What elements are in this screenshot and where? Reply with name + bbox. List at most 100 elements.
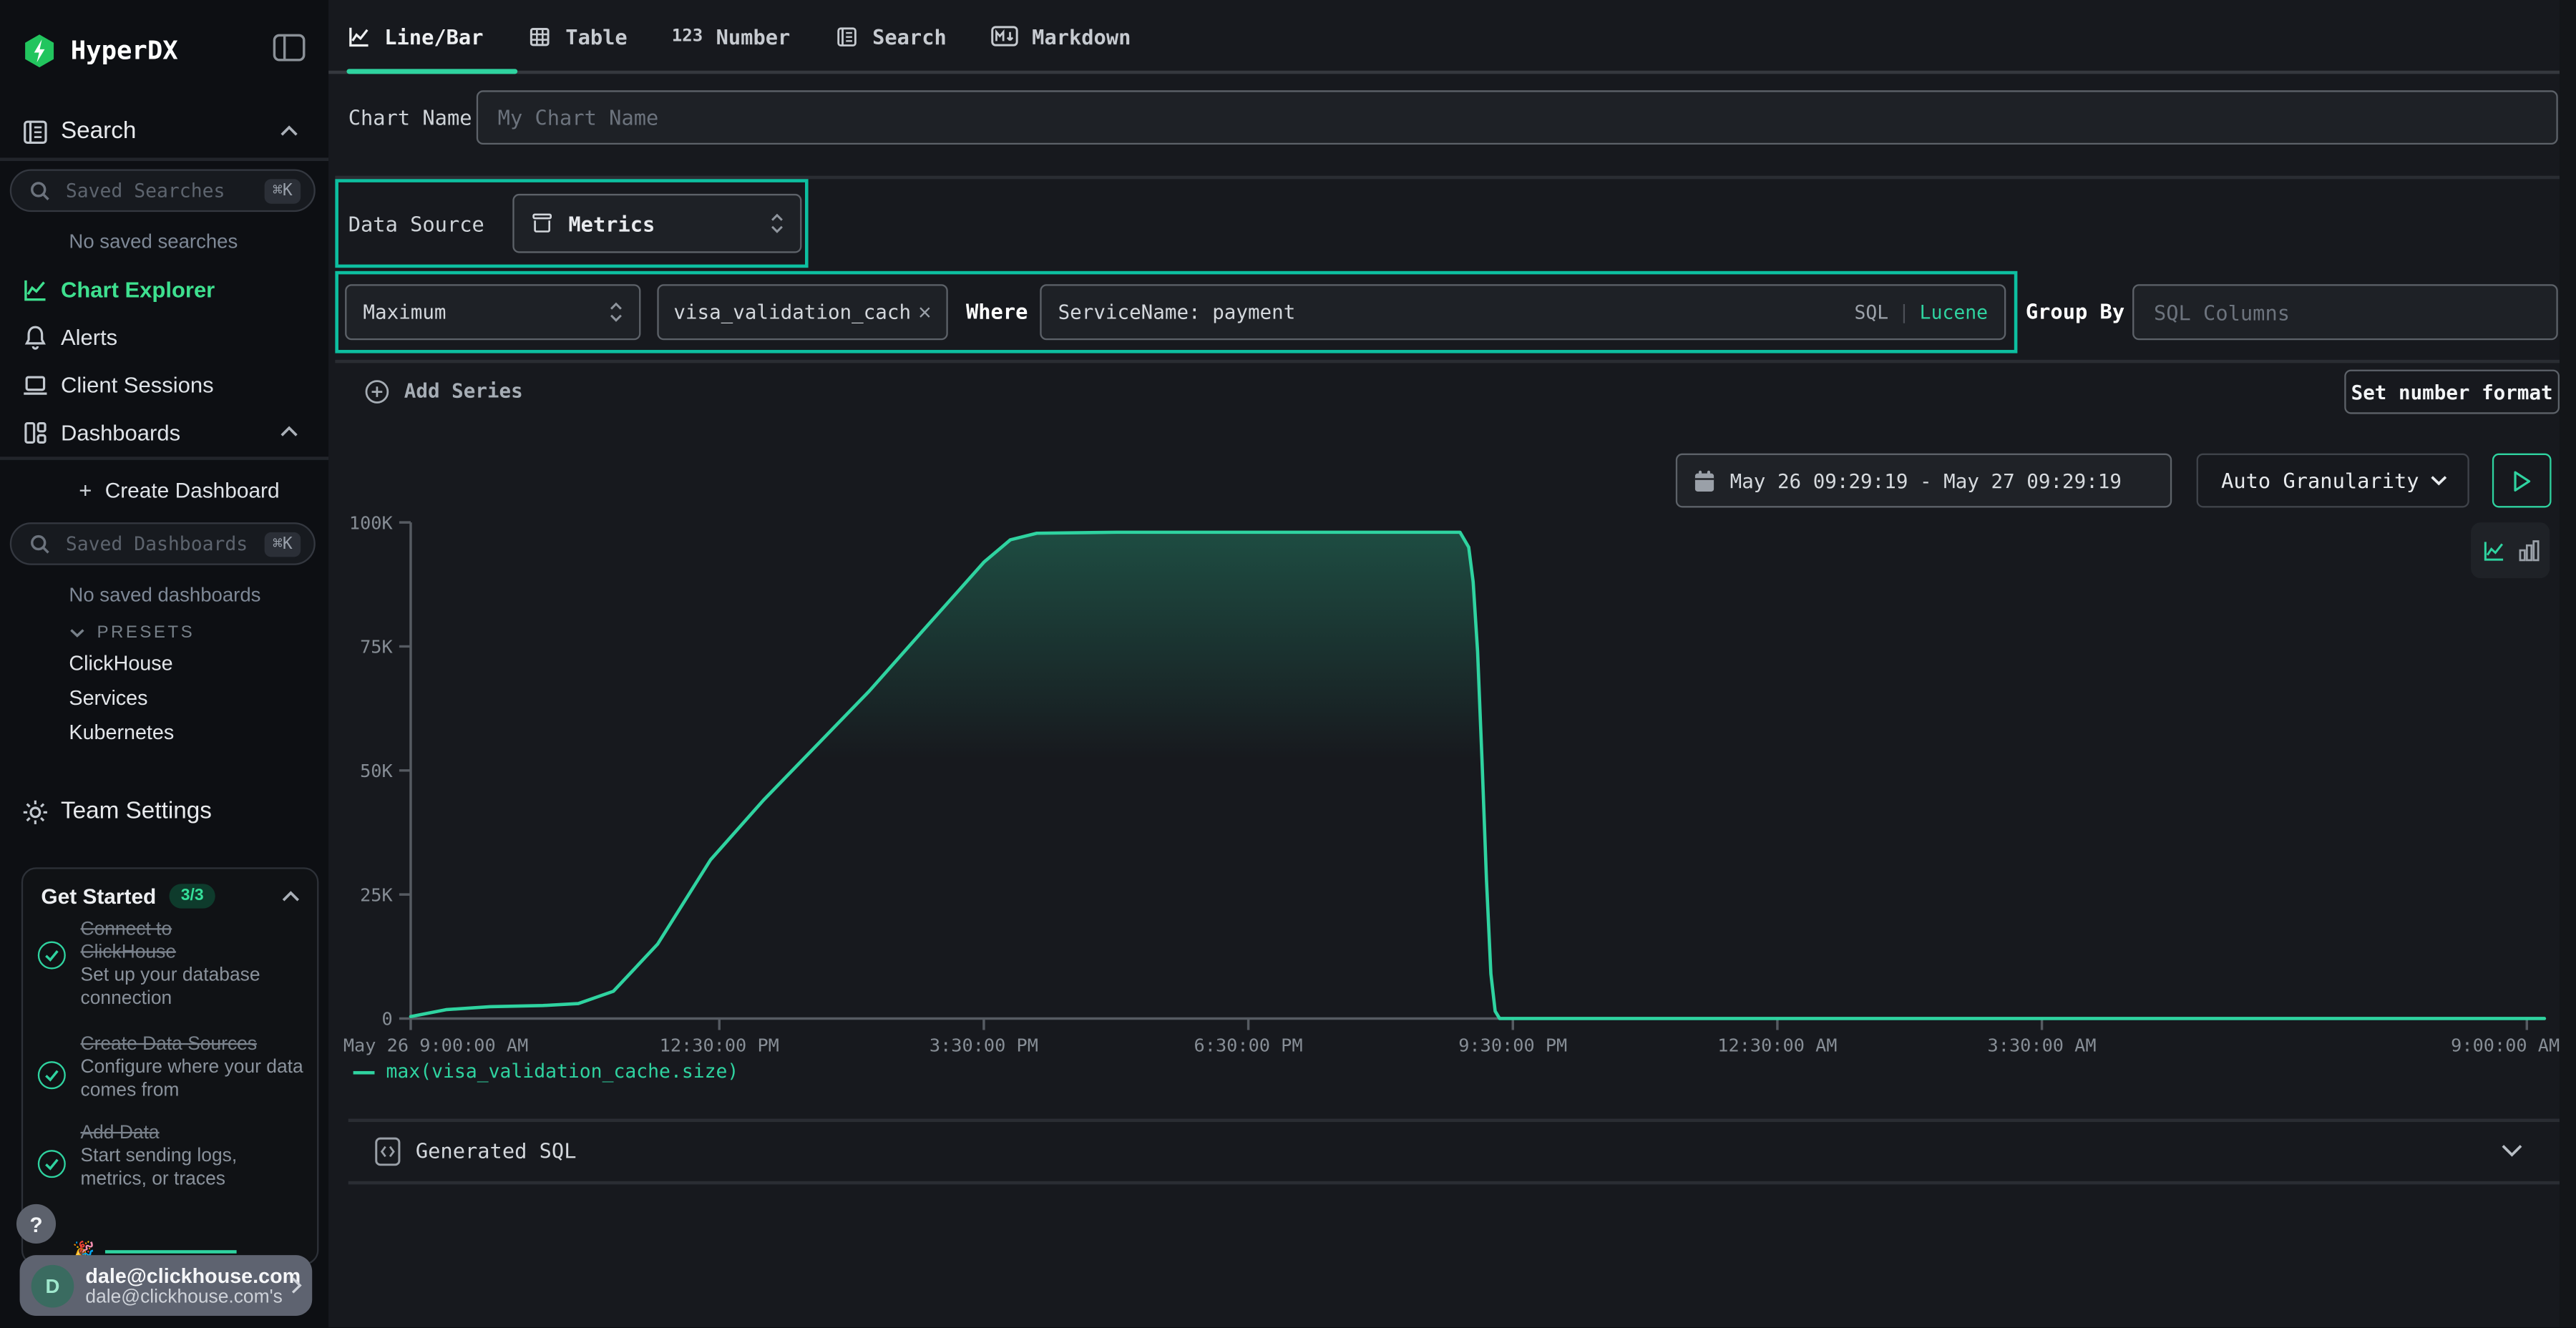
get-started-badge: 3/3 — [170, 884, 215, 908]
user-menu[interactable]: D dale@clickhouse.com dale@clickhouse.co… — [20, 1255, 313, 1316]
time-range-picker[interactable]: May 26 09:29:19 - May 27 09:29:19 — [1676, 454, 2172, 508]
active-tab-indicator — [346, 69, 517, 74]
data-source-label: Data Source — [348, 212, 484, 236]
presets-toggle[interactable]: PRESETS — [69, 620, 195, 646]
create-dashboard-label: Create Dashboard — [105, 477, 280, 502]
tab-label: Search — [872, 24, 947, 48]
shortcut-badge: ⌘K — [265, 178, 301, 202]
hyperdx-logo-icon — [21, 33, 58, 69]
svg-text:12:30:00 PM: 12:30:00 PM — [660, 1035, 779, 1055]
dashboards-label: Dashboards — [61, 420, 180, 444]
tab-line-bar[interactable]: Line/Bar — [346, 0, 483, 72]
svg-text:3:30:00 PM: 3:30:00 PM — [930, 1035, 1038, 1055]
saved-searches-search[interactable]: ⌘K — [10, 169, 316, 212]
set-number-format-button[interactable]: Set number format — [2344, 370, 2560, 414]
chart-name-field[interactable] — [477, 90, 2558, 145]
help-button[interactable]: ? — [16, 1204, 56, 1244]
metrics-source-icon — [531, 212, 554, 235]
svg-text:6:30:00 PM: 6:30:00 PM — [1194, 1035, 1303, 1055]
get-started-item[interactable]: Add Data Start sending logs, metrics, or… — [80, 1122, 303, 1191]
aggregation-select[interactable]: Maximum — [345, 284, 640, 340]
preset-clickhouse[interactable]: ClickHouse — [69, 652, 172, 675]
tab-markdown[interactable]: Markdown — [991, 0, 1131, 72]
search-icon — [29, 533, 51, 555]
add-series-label: Add Series — [404, 379, 523, 402]
tab-search[interactable]: Search — [834, 0, 946, 72]
granularity-value: Auto Granularity — [2221, 468, 2419, 492]
sidebar-item-chart-explorer[interactable]: Chart Explorer — [0, 266, 328, 312]
collapse-sidebar-icon[interactable] — [273, 33, 307, 64]
add-series-button[interactable]: Add Series — [365, 378, 523, 404]
svg-text:9:30:00 PM: 9:30:00 PM — [1458, 1035, 1567, 1055]
tab-table[interactable]: Table — [527, 0, 627, 72]
sidebar-item-alerts[interactable]: Alerts — [0, 314, 328, 360]
right-edge-gutter — [2560, 0, 2576, 1327]
presets-label: PRESETS — [97, 622, 195, 643]
granularity-select[interactable]: Auto Granularity — [2197, 454, 2469, 508]
check-circle-icon — [38, 1150, 66, 1178]
generated-sql-label: Generated SQL — [416, 1138, 577, 1163]
markdown-icon — [991, 24, 1019, 47]
legend-series-label: max(visa_validation_cache.size) — [386, 1060, 739, 1083]
get-started-header[interactable]: Get Started 3/3 — [41, 884, 215, 908]
number-123-icon: 123 — [672, 26, 703, 47]
chart-type-tabs: Line/Bar Table 123 Number — [346, 0, 1131, 72]
preset-kubernetes[interactable]: Kubernetes — [69, 721, 174, 744]
svg-text:May 26 9:00:00 AM: May 26 9:00:00 AM — [343, 1035, 528, 1055]
metric-tag-label: visa_validation_cach — [673, 301, 911, 323]
tab-number[interactable]: 123 Number — [672, 0, 791, 72]
step-title: Connect to ClickHouse — [80, 918, 254, 964]
avatar: D — [31, 1264, 74, 1307]
gear-icon — [21, 798, 49, 826]
group-by-input[interactable] — [2150, 298, 2540, 326]
sidebar-item-dashboards[interactable]: Dashboards — [0, 409, 328, 455]
where-filter-field[interactable]: ServiceName: payment SQL | Lucene — [1040, 284, 2006, 340]
no-saved-dashboards-text: No saved dashboards — [69, 583, 260, 606]
saved-dashboards-input[interactable] — [62, 531, 264, 557]
run-query-button[interactable] — [2492, 454, 2552, 508]
chart-legend[interactable]: max(visa_validation_cache.size) — [353, 1060, 739, 1083]
sidebar-section-search[interactable]: Search — [0, 109, 328, 155]
main-content: Line/Bar Table 123 Number — [328, 0, 2576, 1327]
data-source-select[interactable]: Metrics — [512, 194, 801, 253]
svg-text:9:00:00 AM: 9:00:00 AM — [2451, 1035, 2560, 1055]
time-range-value: May 26 09:29:19 - May 27 09:29:19 — [1730, 469, 2122, 492]
step-title: Add Data — [80, 1122, 303, 1145]
get-started-item[interactable]: Connect to ClickHouse Set up your databa… — [80, 918, 303, 1010]
get-started-card: Get Started 3/3 Connect to ClickHouse Se… — [21, 867, 319, 1265]
saved-dashboards-search[interactable]: ⌘K — [10, 522, 316, 565]
remove-metric-icon[interactable]: × — [918, 301, 932, 323]
sql-mode-toggle[interactable]: SQL — [1854, 301, 1888, 323]
lucene-mode-toggle[interactable]: Lucene — [1920, 301, 1988, 323]
svg-text:25K: 25K — [360, 884, 393, 905]
team-settings-label: Team Settings — [61, 799, 212, 825]
svg-text:75K: 75K — [360, 637, 393, 658]
svg-text:12:30:00 AM: 12:30:00 AM — [1717, 1035, 1837, 1055]
preset-services[interactable]: Services — [69, 687, 147, 710]
divider — [335, 176, 2560, 178]
dashboards-icon — [21, 418, 49, 446]
tab-label: Markdown — [1032, 24, 1131, 48]
chevron-down-icon[interactable] — [2500, 1143, 2523, 1158]
legend-line-swatch — [353, 1070, 375, 1074]
chevron-up-icon[interactable] — [279, 426, 299, 439]
chart-name-input[interactable] — [494, 104, 2540, 132]
chevron-up-icon[interactable] — [279, 125, 299, 137]
code-icon — [374, 1136, 401, 1166]
saved-searches-input[interactable] — [62, 177, 264, 204]
sidebar-item-team-settings[interactable]: Team Settings — [0, 788, 328, 834]
chart-explorer-label: Chart Explorer — [61, 277, 215, 301]
generated-sql-row[interactable]: Generated SQL — [328, 1120, 2560, 1181]
chevron-down-icon — [2430, 475, 2448, 487]
app-title: HyperDX — [71, 36, 178, 66]
get-started-item[interactable]: Create Data Sources Configure where your… — [80, 1033, 307, 1102]
group-by-field[interactable] — [2132, 284, 2558, 340]
chevron-right-icon — [291, 1276, 302, 1294]
create-dashboard-button[interactable]: + Create Dashboard — [79, 473, 279, 506]
metric-tag[interactable]: visa_validation_cach × — [657, 284, 947, 340]
chart-area[interactable]: 025K50K75K100KMay 26 9:00:00 AM12:30:00 … — [328, 512, 2560, 1074]
sidebar-item-client-sessions[interactable]: Client Sessions — [0, 361, 328, 407]
select-chevrons-icon — [610, 302, 623, 322]
group-by-label: Group By — [2026, 299, 2124, 323]
chevron-up-icon[interactable] — [281, 890, 301, 903]
